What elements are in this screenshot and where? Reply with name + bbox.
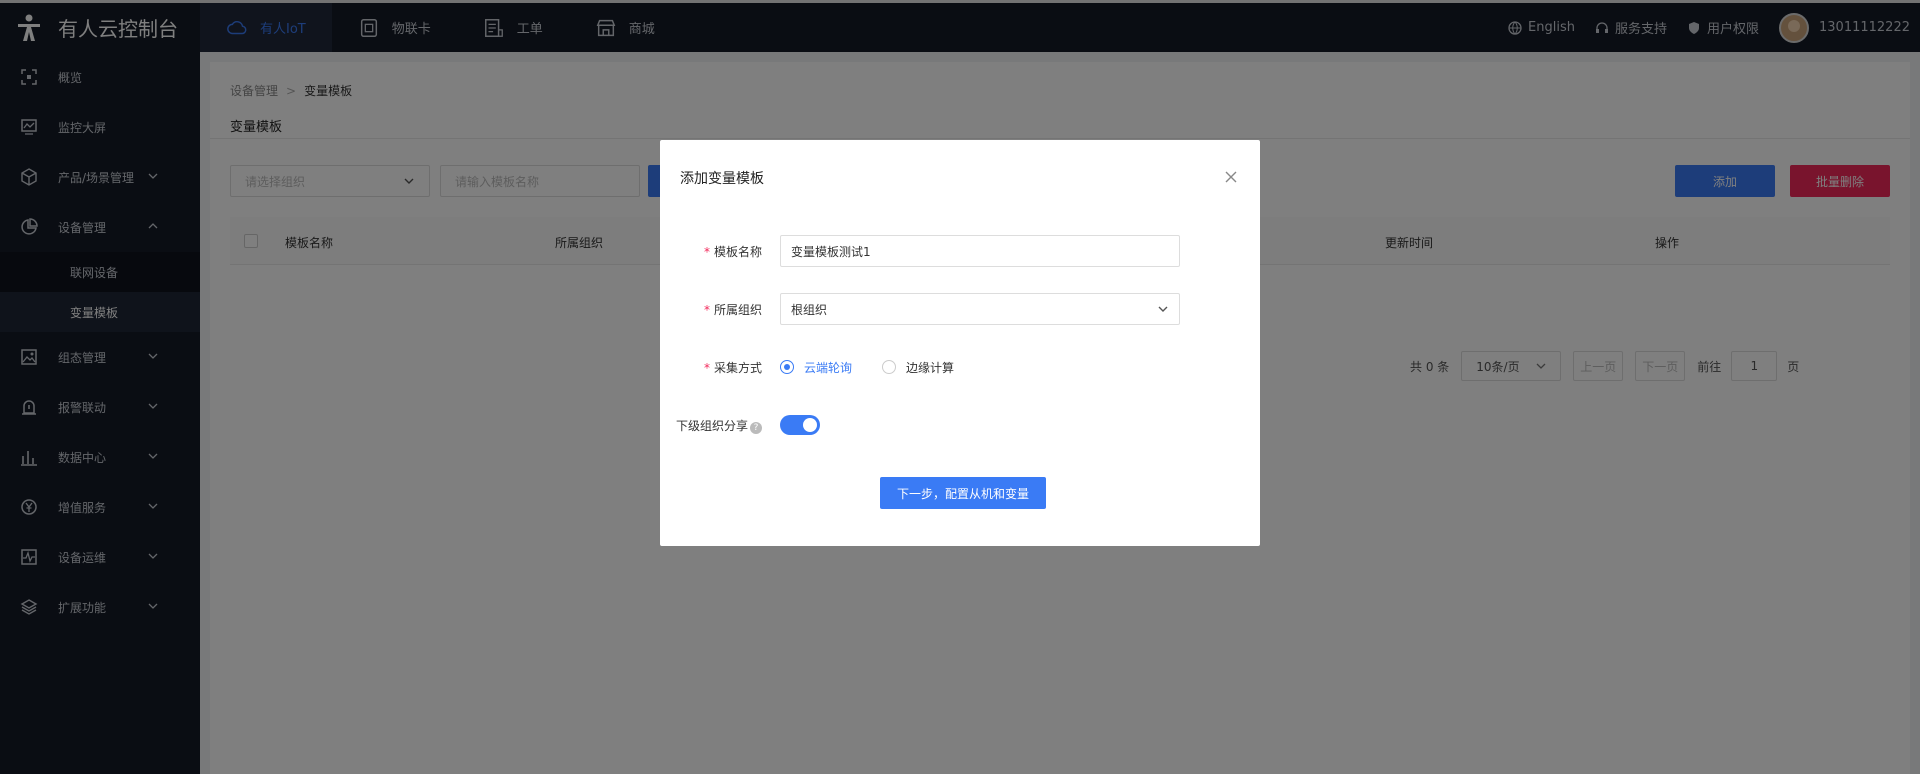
org-label: * 所属组织 — [660, 301, 780, 318]
org-label-text: 所属组织 — [713, 302, 762, 317]
next-step-button[interactable]: 下一步，配置从机和变量 — [880, 477, 1046, 509]
radio-dot — [882, 360, 897, 374]
radio-cloud-polling[interactable]: 云端轮询 — [780, 359, 852, 376]
name-label: * 模板名称 — [660, 243, 780, 260]
form-row-share: 下级组织分享? — [660, 408, 1260, 442]
radio-cloud-polling-label: 云端轮询 — [804, 360, 853, 375]
share-toggle[interactable] — [780, 415, 820, 435]
template-name-input[interactable]: 变量模板测试1 — [780, 235, 1180, 267]
close-icon[interactable] — [1224, 170, 1238, 184]
form-row-method: * 采集方式 云端轮询 边缘计算 — [660, 350, 1260, 384]
help-icon[interactable]: ? — [750, 421, 762, 434]
required-mark: * — [703, 360, 710, 375]
name-label-text: 模板名称 — [713, 244, 762, 259]
form-row-name: * 模板名称 变量模板测试1 — [660, 234, 1260, 268]
method-label: * 采集方式 — [660, 359, 780, 376]
radio-dot — [780, 360, 794, 374]
add-template-dialog: 添加变量模板 * 模板名称 变量模板测试1 * 所属组织 根组织 * 采集方式 云端轮… — [660, 140, 1260, 546]
radio-edge-computing[interactable]: 边缘计算 — [882, 359, 954, 376]
org-select[interactable]: 根组织 — [780, 293, 1180, 325]
share-label: 下级组织分享? — [660, 417, 780, 434]
required-mark: * — [703, 302, 710, 317]
share-label-text: 下级组织分享 — [675, 418, 748, 433]
dialog-title: 添加变量模板 — [680, 171, 764, 187]
chevron-down-icon — [1158, 306, 1168, 312]
form-row-org: * 所属组织 根组织 — [660, 292, 1260, 326]
org-select-value: 根组织 — [791, 302, 828, 317]
radio-edge-computing-label: 边缘计算 — [906, 360, 955, 375]
required-mark: * — [703, 244, 710, 259]
method-label-text: 采集方式 — [713, 360, 762, 375]
